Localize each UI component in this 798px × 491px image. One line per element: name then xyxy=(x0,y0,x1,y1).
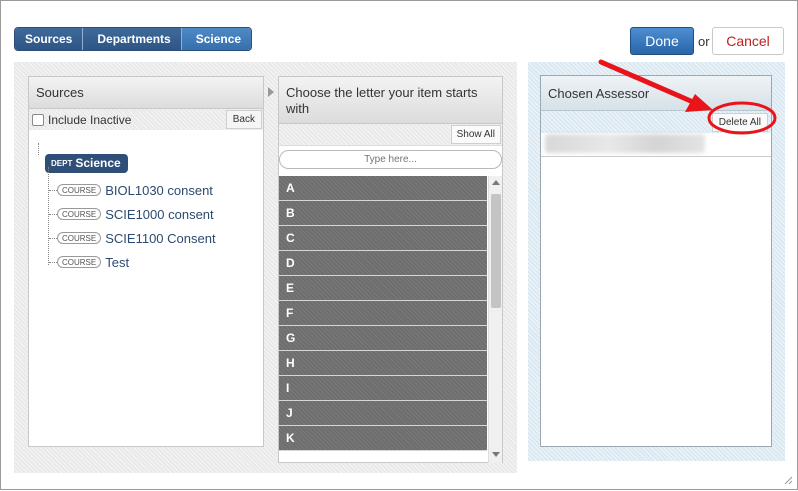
letter-item[interactable]: J xyxy=(279,401,487,426)
chosen-assessor-item-redacted[interactable] xyxy=(545,134,705,153)
tree-node-course[interactable]: COURSE BIOL1030 consent xyxy=(49,181,213,199)
breadcrumb: Sources Departments Science xyxy=(14,27,253,51)
include-inactive-checkbox[interactable] xyxy=(32,113,44,126)
letter-item[interactable]: F xyxy=(279,301,487,326)
sources-panel: Sources Include Inactive Back DEPT Scienc… xyxy=(28,76,264,447)
course-tag: COURSE xyxy=(57,208,102,220)
letter-item[interactable]: I xyxy=(279,376,487,401)
letter-item[interactable]: K xyxy=(279,426,487,451)
tree-connector xyxy=(49,189,57,191)
letter-item[interactable]: C xyxy=(279,226,487,251)
letters-toolbar: Show All xyxy=(279,124,502,146)
letter-item[interactable]: H xyxy=(279,351,487,376)
delete-all-button[interactable]: Delete All xyxy=(711,112,768,132)
scroll-up-icon[interactable] xyxy=(492,180,500,185)
tree-node-course[interactable]: COURSE SCIE1100 Consent xyxy=(49,229,216,247)
done-button[interactable]: Done xyxy=(630,27,694,55)
letter-item[interactable]: A xyxy=(279,176,487,201)
course-name: Test xyxy=(105,254,130,270)
or-label: or xyxy=(698,34,710,49)
divider xyxy=(541,156,771,157)
chosen-assessor-panel: Chosen Assessor Delete All xyxy=(540,75,772,447)
tree-node-course[interactable]: COURSE Test xyxy=(49,253,129,271)
tree-connector xyxy=(49,237,57,239)
course-tag: COURSE xyxy=(57,232,102,244)
chosen-assessor-title: Chosen Assessor xyxy=(541,76,771,111)
breadcrumb-sources[interactable]: Sources xyxy=(15,28,83,50)
dept-tag: DEPT xyxy=(51,159,73,168)
letter-search-input[interactable] xyxy=(279,150,502,169)
course-name: BIOL1030 consent xyxy=(105,182,213,198)
resize-grip-icon[interactable] xyxy=(784,476,793,485)
department-name: Science xyxy=(75,156,121,170)
letter-item[interactable]: B xyxy=(279,201,487,226)
breadcrumb-departments[interactable]: Departments xyxy=(83,28,181,50)
scrollbar-thumb[interactable] xyxy=(491,194,501,308)
letter-list: ABCDEFGHIJK xyxy=(279,176,487,463)
letter-item[interactable]: E xyxy=(279,276,487,301)
back-button[interactable]: Back xyxy=(225,110,262,129)
letters-panel: Choose the letter your item starts with … xyxy=(278,76,503,463)
tree-connector xyxy=(38,143,39,155)
breadcrumb-science[interactable]: Science xyxy=(181,28,252,50)
sources-panel-title: Sources xyxy=(29,77,263,109)
letters-panel-title: Choose the letter your item starts with xyxy=(279,77,502,124)
cancel-button[interactable]: Cancel xyxy=(712,27,784,55)
letter-list-scrollbar[interactable] xyxy=(488,176,502,463)
course-tag: COURSE xyxy=(57,256,102,268)
include-inactive-toggle[interactable]: Include Inactive xyxy=(32,113,131,127)
show-all-button[interactable]: Show All xyxy=(450,125,501,144)
letter-item[interactable]: G xyxy=(279,326,487,351)
course-tag: COURSE xyxy=(57,184,102,196)
course-name: SCIE1000 consent xyxy=(105,206,214,222)
chosen-toolbar: Delete All xyxy=(541,111,771,133)
tree-connector xyxy=(49,213,57,215)
course-name: SCIE1100 Consent xyxy=(105,230,216,246)
tree-node-department[interactable]: DEPT Science xyxy=(45,154,128,173)
letter-item[interactable]: D xyxy=(279,251,487,276)
tree-connector xyxy=(49,261,57,263)
tree-node-course[interactable]: COURSE SCIE1000 consent xyxy=(49,205,214,223)
dialog-window: Sources Departments Science Done or Canc… xyxy=(0,0,798,490)
source-tree: DEPT Science COURSE BIOL1030 consent COUR… xyxy=(29,143,263,293)
include-inactive-label: Include Inactive xyxy=(48,112,132,127)
collapse-arrow-icon[interactable] xyxy=(268,87,274,97)
sources-toolbar: Include Inactive Back xyxy=(29,109,263,130)
letter-search-row xyxy=(279,146,502,173)
scroll-down-icon[interactable] xyxy=(492,452,500,457)
